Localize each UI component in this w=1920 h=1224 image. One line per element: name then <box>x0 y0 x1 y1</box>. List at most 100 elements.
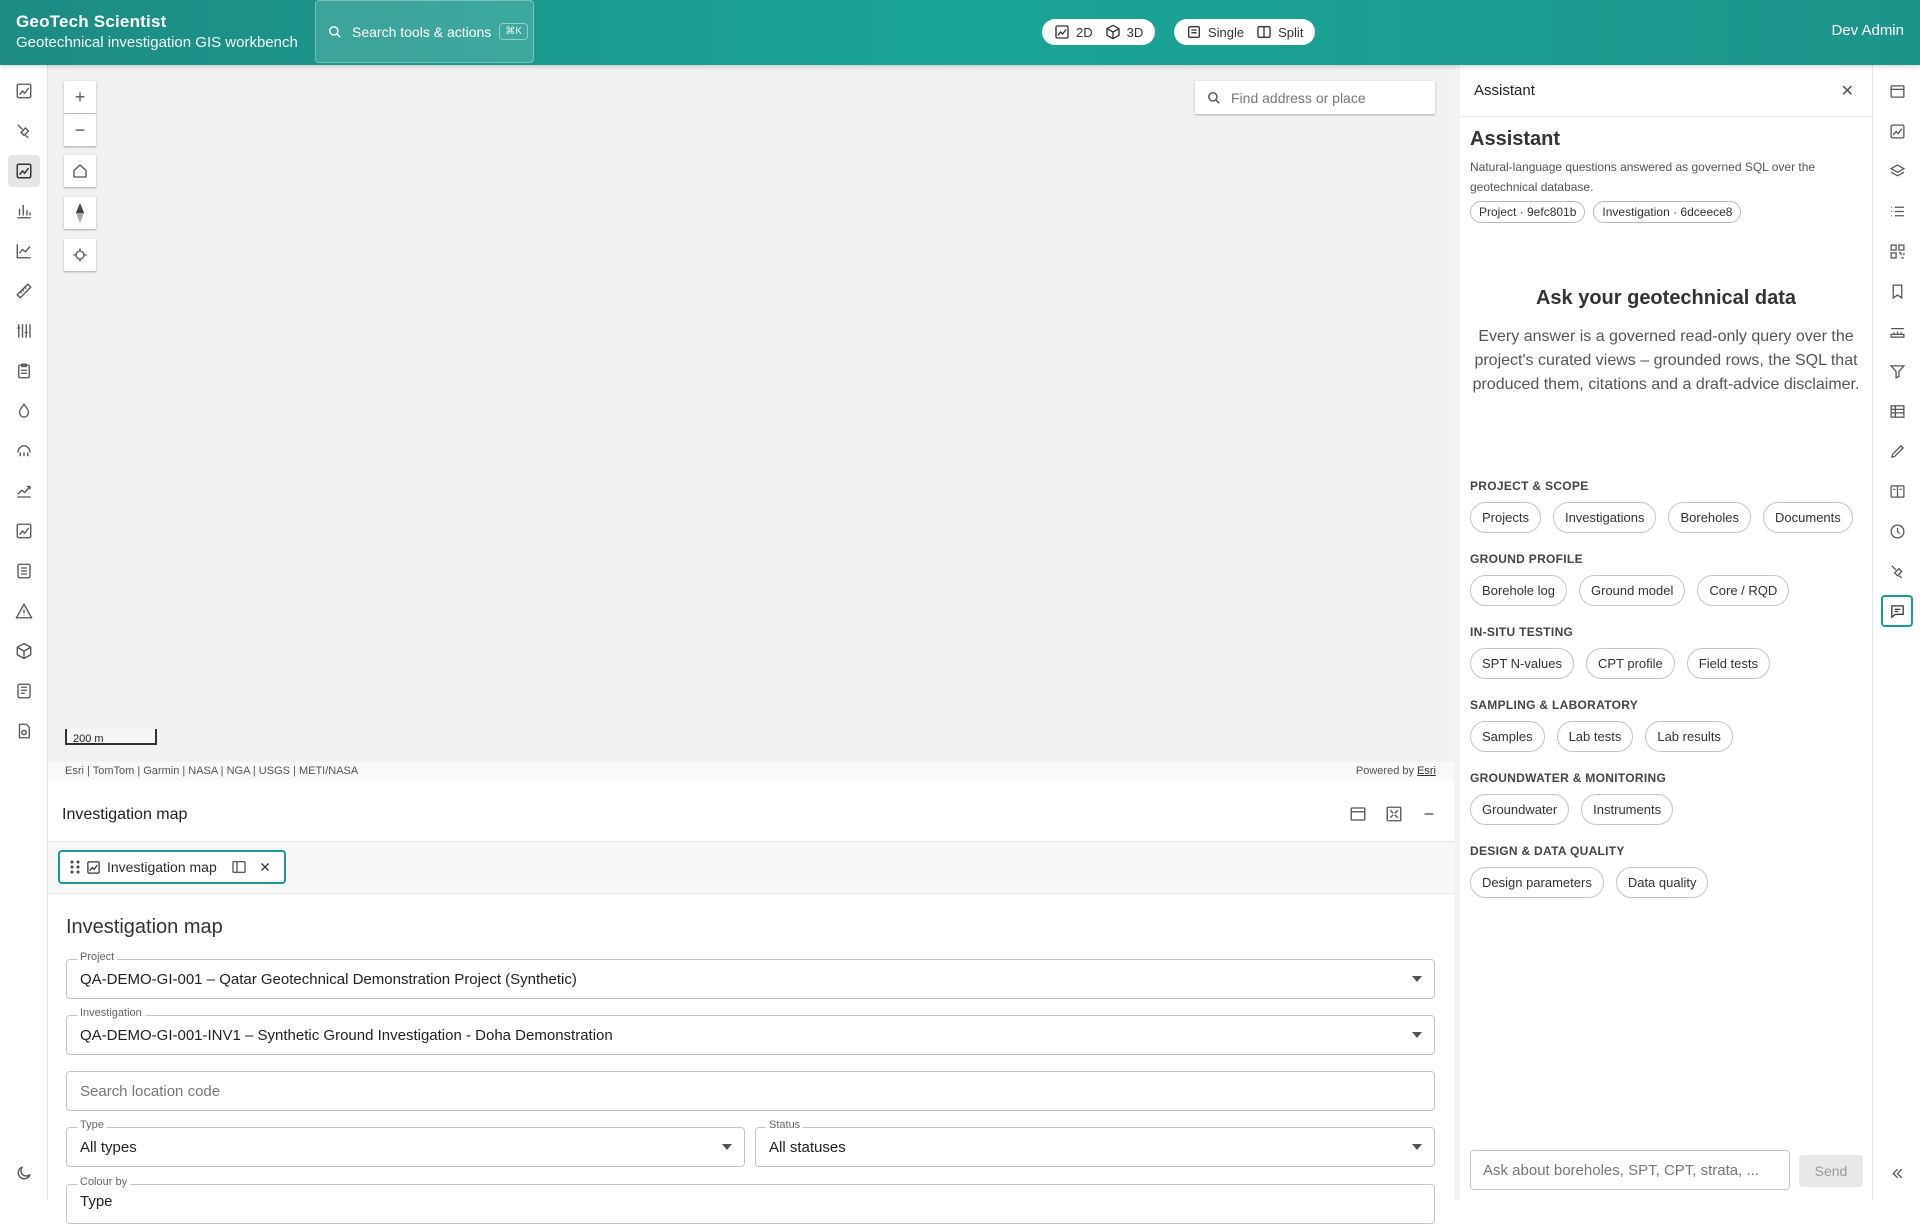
clipboard-icon[interactable] <box>8 355 40 387</box>
status-filter-select[interactable]: Status All statuses <box>755 1119 1435 1167</box>
location-search-input[interactable]: Search location code <box>66 1071 1435 1111</box>
layout-split-label: Split <box>1278 24 1304 40</box>
table-icon[interactable] <box>1881 395 1913 427</box>
suggestion-group: SPT N-values CPT profile Field tests <box>1470 648 1771 679</box>
suggestion-chip[interactable]: Investigations <box>1552 502 1657 533</box>
suggestion-chip[interactable]: Data quality <box>1615 867 1709 898</box>
drill-icon[interactable] <box>8 115 40 147</box>
chevron-down-icon <box>1412 1144 1422 1150</box>
suggestion-chip[interactable]: Groundwater <box>1470 794 1570 825</box>
close-icon[interactable]: ✕ <box>1841 81 1854 101</box>
layout-single-button[interactable]: Single <box>1180 21 1250 43</box>
compass-button[interactable] <box>64 197 96 229</box>
pencil-icon[interactable] <box>1881 435 1913 467</box>
view-3d-button[interactable]: 3D <box>1099 21 1150 43</box>
suggestion-chip[interactable]: Lab results <box>1645 721 1733 752</box>
top-bar: GeoTech Scientist Geotechnical investiga… <box>0 0 1920 65</box>
context-chips: Project · 9efc801b Investigation · 6dcee… <box>1470 201 1742 223</box>
single-layout-icon <box>1188 26 1200 38</box>
ruler-icon[interactable] <box>8 275 40 307</box>
map-icon[interactable] <box>8 75 40 107</box>
file-icon[interactable] <box>8 715 40 747</box>
suggestion-chip[interactable]: SPT N-values <box>1470 648 1574 679</box>
moon-icon[interactable] <box>8 1157 40 1189</box>
colour-by-select[interactable]: Colour by Type <box>66 1176 1435 1224</box>
suggestion-chip[interactable]: Ground model <box>1579 575 1686 606</box>
clock-icon[interactable] <box>1881 515 1913 547</box>
assistant-question-input[interactable]: Ask about boreholes, SPT, CPT, strata, .… <box>1470 1150 1790 1190</box>
drag-handle-icon[interactable] <box>70 859 80 875</box>
bookmark-icon[interactable] <box>1881 275 1913 307</box>
compare-icon[interactable] <box>1881 475 1913 507</box>
home-button[interactable] <box>64 155 96 187</box>
suggestion-chip[interactable]: Lab tests <box>1556 721 1634 752</box>
suggestion-chip[interactable]: Design parameters <box>1470 867 1604 898</box>
chevron-down-icon <box>722 1144 732 1150</box>
search-tools-button[interactable]: Search tools & actions ⌘K <box>315 0 534 63</box>
dock-icon[interactable] <box>231 859 247 875</box>
investigation-select[interactable]: Investigation QA-DEMO-GI-001-INV1 – Synt… <box>66 1007 1435 1055</box>
map-active-icon[interactable] <box>8 155 40 187</box>
map2-icon[interactable] <box>8 515 40 547</box>
locate-button[interactable] <box>64 239 96 271</box>
tab-investigation-map[interactable]: Investigation map <box>58 850 286 884</box>
suggestion-chip[interactable]: Boreholes <box>1668 502 1752 533</box>
layout-split-button[interactable]: Split <box>1250 21 1309 43</box>
borehole-icon[interactable] <box>8 315 40 347</box>
esri-link[interactable]: Esri <box>1417 765 1436 777</box>
sample-icon[interactable] <box>8 435 40 467</box>
user-menu[interactable]: Dev Admin <box>1831 22 1904 39</box>
cube-icon[interactable] <box>8 635 40 667</box>
filter-icon[interactable] <box>1881 355 1913 387</box>
home-icon <box>73 164 87 178</box>
window-icon[interactable] <box>1881 75 1913 107</box>
investigation-context-chip[interactable]: Investigation · 6dceece8 <box>1593 201 1742 223</box>
section-title: IN-SITU TESTING <box>1470 625 1574 639</box>
cube-icon <box>1105 24 1120 40</box>
map-icon[interactable] <box>1881 115 1913 147</box>
search-tools-label: Search tools & actions <box>352 23 492 40</box>
assistant-input-placeholder: Ask about boreholes, SPT, CPT, strata, .… <box>1483 1161 1759 1179</box>
view-2d-button[interactable]: 2D <box>1048 21 1099 43</box>
suggestion-chip[interactable]: Documents <box>1763 502 1853 533</box>
zoom-in-button[interactable]: + <box>64 81 96 113</box>
map-search-input[interactable]: Find address or place <box>1195 81 1435 114</box>
send-button[interactable]: Send <box>1799 1155 1863 1187</box>
ask-heading: Ask your geotechnical data <box>1535 287 1797 309</box>
dock-icon[interactable] <box>1349 805 1367 823</box>
maximize-icon[interactable] <box>1385 805 1403 823</box>
suggestion-chip[interactable]: Instruments <box>1581 794 1674 825</box>
suggestion-chip[interactable]: Borehole log <box>1470 575 1567 606</box>
map-view[interactable]: + − Find address or place 200 m Esri | T… <box>48 65 1454 780</box>
zoom-out-button[interactable]: − <box>64 114 96 146</box>
project-select[interactable]: Project QA-DEMO-GI-001 – Qatar Geotechni… <box>66 951 1435 999</box>
list-icon[interactable] <box>1881 195 1913 227</box>
bar-chart-icon[interactable] <box>8 195 40 227</box>
suggestion-chip[interactable]: Projects <box>1470 502 1541 533</box>
qr-icon[interactable] <box>1881 235 1913 267</box>
suggestion-chip[interactable]: CPT profile <box>1585 648 1675 679</box>
water-drop-icon[interactable] <box>8 395 40 427</box>
drill-icon[interactable] <box>1881 555 1913 587</box>
measure-icon[interactable] <box>1881 315 1913 347</box>
type-filter-select[interactable]: Type All types <box>66 1119 745 1167</box>
line-chart-icon[interactable] <box>8 235 40 267</box>
section-title: GROUNDWATER & MONITORING <box>1470 771 1667 785</box>
layers-icon[interactable] <box>1881 155 1913 187</box>
trend-icon[interactable] <box>8 475 40 507</box>
document-icon[interactable] <box>8 675 40 707</box>
chat-icon[interactable] <box>1881 595 1913 627</box>
project-context-chip[interactable]: Project · 9efc801b <box>1470 201 1586 223</box>
report-icon[interactable] <box>8 555 40 587</box>
warning-icon[interactable] <box>8 595 40 627</box>
suggestion-chip[interactable]: Core / RQD <box>1697 575 1790 606</box>
search-shortcut-badge: ⌘K <box>499 23 528 40</box>
minimize-icon[interactable] <box>1420 805 1438 823</box>
search-icon <box>329 25 341 38</box>
suggestion-group: Samples Lab tests Lab results <box>1470 721 1733 752</box>
map-search-placeholder: Find address or place <box>1231 89 1366 106</box>
collapse-icon[interactable] <box>1881 1157 1913 1189</box>
suggestion-chip[interactable]: Field tests <box>1686 648 1771 679</box>
suggestion-chip[interactable]: Samples <box>1470 721 1545 752</box>
close-icon[interactable] <box>259 861 271 873</box>
